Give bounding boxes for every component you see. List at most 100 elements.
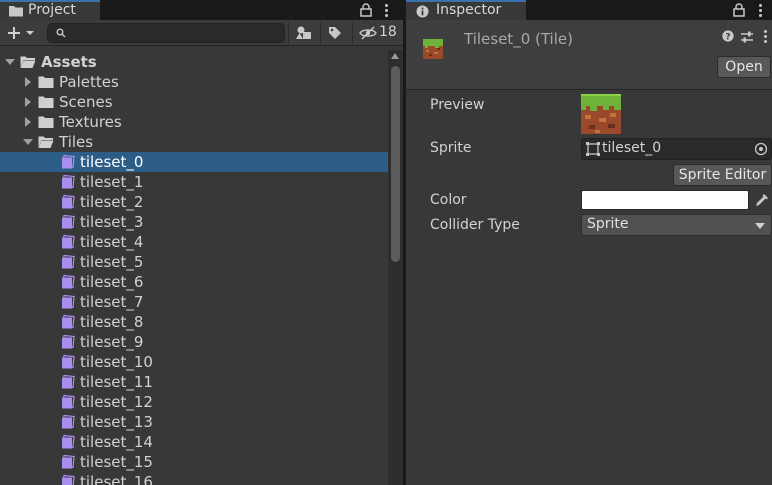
tree-item-label: tileset_0 — [80, 153, 144, 171]
tree-item-label: Palettes — [59, 73, 119, 91]
collider-type-dropdown[interactable]: Sprite — [581, 214, 772, 236]
sprite-editor-button[interactable]: Sprite Editor — [673, 164, 772, 186]
kebab-menu-icon[interactable] — [385, 4, 389, 18]
tile-asset-row[interactable]: tileset_8 — [0, 312, 388, 332]
search-by-label-button[interactable] — [320, 22, 348, 44]
tile-asset-row[interactable]: tileset_4 — [0, 232, 388, 252]
expand-arrow-right-icon[interactable] — [22, 112, 34, 132]
tree-item-label: tileset_8 — [80, 313, 144, 331]
tile-asset-row[interactable]: tileset_5 — [0, 252, 388, 272]
tree-item-label: Textures — [59, 113, 122, 131]
inspector-window: Inspector Tileset_0 (Tile) ? Open Previe… — [406, 0, 772, 485]
tile-asset-row[interactable]: tileset_6 — [0, 272, 388, 292]
folder-row[interactable]: Textures — [0, 112, 388, 132]
tile-asset-icon — [62, 394, 75, 409]
tab-inspector[interactable]: Inspector — [406, 0, 526, 20]
project-tree: Assets Palettes Scenes Textures Tiles tileset… — [0, 50, 388, 485]
tab-project[interactable]: Project — [0, 0, 100, 20]
expand-arrow-down-icon[interactable] — [22, 132, 34, 152]
tile-asset-icon — [62, 454, 75, 469]
help-icon[interactable]: ? — [722, 30, 734, 42]
tile-asset-row[interactable]: tileset_1 — [0, 172, 388, 192]
eyedropper-icon[interactable] — [754, 192, 770, 208]
tile-asset-icon — [62, 294, 75, 309]
tree-item-label: tileset_2 — [80, 193, 144, 211]
scroll-up-arrow[interactable] — [391, 53, 399, 59]
tile-asset-icon — [62, 254, 75, 269]
tile-asset-row[interactable]: tileset_11 — [0, 372, 388, 392]
tree-item-label: tileset_12 — [80, 393, 153, 411]
hidden-count: 18 — [379, 24, 397, 40]
folder-open-icon — [38, 136, 54, 148]
tile-thumbnail-icon — [423, 39, 443, 59]
tile-asset-row[interactable]: tileset_3 — [0, 212, 388, 232]
tile-asset-icon — [62, 214, 75, 229]
preview-label: Preview — [430, 97, 485, 113]
open-button[interactable]: Open — [717, 56, 771, 78]
info-icon — [416, 5, 429, 18]
folder-row[interactable]: Scenes — [0, 92, 388, 112]
tile-asset-icon — [62, 154, 75, 169]
chevron-down-icon — [755, 223, 765, 229]
shapes-icon — [296, 26, 311, 39]
tile-asset-icon — [62, 234, 75, 249]
hidden-packages-button[interactable]: 18 — [352, 22, 402, 44]
search-icon — [56, 28, 66, 38]
tile-asset-row[interactable]: tileset_13 — [0, 412, 388, 432]
tile-asset-icon — [62, 274, 75, 289]
tree-item-label: tileset_13 — [80, 413, 153, 431]
object-picker-icon[interactable] — [753, 141, 769, 157]
tree-item-label: tileset_1 — [80, 173, 144, 191]
tile-asset-icon — [62, 194, 75, 209]
kebab-menu-icon[interactable] — [759, 4, 763, 18]
tree-item-label: tileset_14 — [80, 433, 153, 451]
component-menu-icon[interactable] — [764, 30, 768, 44]
search-input[interactable] — [72, 25, 277, 41]
presets-icon[interactable] — [740, 30, 754, 44]
folder-row[interactable]: Assets — [0, 52, 388, 72]
folder-icon — [38, 116, 54, 128]
tile-asset-icon — [62, 434, 75, 449]
expand-arrow-right-icon[interactable] — [22, 92, 34, 112]
tree-item-label: tileset_11 — [80, 373, 153, 391]
folder-open-icon — [20, 56, 36, 68]
tile-asset-row[interactable]: tileset_12 — [0, 392, 388, 412]
collider-type-label: Collider Type — [430, 217, 520, 233]
tile-asset-row[interactable]: tileset_10 — [0, 352, 388, 372]
lock-icon[interactable] — [360, 3, 372, 17]
scrollbar-thumb[interactable] — [391, 66, 400, 262]
eye-hidden-icon — [359, 26, 377, 40]
tile-asset-row[interactable]: tileset_16 — [0, 472, 388, 485]
create-dropdown-button[interactable] — [4, 23, 40, 43]
tile-asset-row[interactable]: tileset_7 — [0, 292, 388, 312]
inspector-header: Tileset_0 (Tile) ? Open — [406, 20, 772, 90]
tree-item-label: tileset_6 — [80, 273, 144, 291]
tile-asset-icon — [62, 414, 75, 429]
tile-asset-row[interactable]: tileset_9 — [0, 332, 388, 352]
folder-row[interactable]: Tiles — [0, 132, 388, 152]
sprite-value: tileset_0 — [602, 140, 662, 156]
tree-item-label: tileset_9 — [80, 333, 144, 351]
tag-icon — [329, 27, 341, 39]
tile-asset-icon — [62, 314, 75, 329]
project-scrollbar[interactable] — [388, 50, 403, 485]
sprite-object-field[interactable]: tileset_0 — [581, 138, 772, 160]
search-by-type-button[interactable] — [288, 22, 316, 44]
tile-asset-row[interactable]: tileset_15 — [0, 452, 388, 472]
folder-icon — [9, 6, 23, 17]
tree-item-label: tileset_7 — [80, 293, 144, 311]
tree-item-label: Tiles — [59, 133, 94, 151]
expand-arrow-down-icon[interactable] — [4, 52, 16, 72]
tile-asset-row[interactable]: tileset_0 — [0, 152, 388, 172]
tree-item-label: Scenes — [59, 93, 113, 111]
expand-arrow-right-icon[interactable] — [22, 72, 34, 92]
search-field[interactable] — [47, 23, 285, 43]
lock-icon[interactable] — [733, 3, 745, 17]
sprite-label: Sprite — [430, 140, 472, 156]
tile-asset-icon — [62, 354, 75, 369]
tile-asset-icon — [62, 474, 75, 485]
tile-asset-row[interactable]: tileset_2 — [0, 192, 388, 212]
color-field[interactable] — [581, 190, 749, 210]
folder-row[interactable]: Palettes — [0, 72, 388, 92]
tile-asset-row[interactable]: tileset_14 — [0, 432, 388, 452]
